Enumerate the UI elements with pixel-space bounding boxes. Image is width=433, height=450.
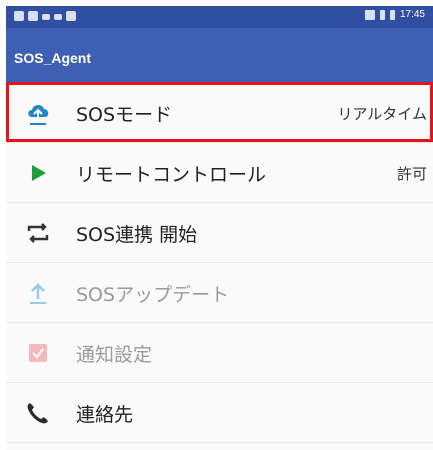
sync-arrows-icon: [27, 223, 49, 243]
menu-item-sos-mode[interactable]: SOSモード リアルタイム: [6, 83, 433, 143]
menu-item-label: リモートコントロール: [76, 164, 267, 186]
menu-item-label: 通知設定: [76, 344, 153, 366]
phone-icon: [27, 403, 48, 424]
notification-icon: [14, 11, 24, 21]
device-screen: 17:45 SOS_Agent SOSモード リアルタイム リモートコントロール…: [6, 6, 433, 450]
menu-item-label: SOSモード: [76, 104, 173, 126]
cloud-upload-icon: [28, 104, 49, 125]
notification-icon: [42, 14, 50, 20]
menu-item-label: SOSアップデート: [76, 284, 230, 306]
menu-item-value: 許可: [396, 165, 427, 183]
status-bar: 17:45: [6, 6, 433, 28]
menu-item-label: SOS連携 開始: [76, 224, 198, 246]
menu-item-contacts[interactable]: 連絡先: [6, 383, 433, 443]
signal-icon: [379, 9, 385, 20]
app-title: SOS_Agent: [14, 50, 92, 66]
battery-icon: [389, 9, 395, 20]
status-time: 17:45: [399, 9, 425, 20]
menu-item-notification-settings[interactable]: 通知設定: [6, 323, 433, 383]
android-icon: [28, 11, 38, 21]
notification-icon: [54, 14, 62, 20]
menu-item-value: リアルタイム: [337, 105, 427, 123]
menu-item-label: 連絡先: [76, 404, 134, 426]
menu-item-sos-update[interactable]: SOSアップデート: [6, 263, 433, 323]
app-bar: SOS_Agent: [6, 28, 433, 82]
upload-arrow-icon: [30, 283, 46, 304]
notification-icon: [66, 11, 76, 21]
status-system-icons: 17:45: [364, 9, 425, 20]
play-icon: [32, 165, 46, 181]
notification-check-icon: [29, 344, 47, 362]
menu-item-remote-control[interactable]: リモートコントロール 許可: [6, 143, 433, 203]
menu-item-sos-link-start[interactable]: SOS連携 開始: [6, 203, 433, 263]
status-notification-icons: [14, 11, 76, 21]
vibrate-icon: [364, 9, 375, 20]
